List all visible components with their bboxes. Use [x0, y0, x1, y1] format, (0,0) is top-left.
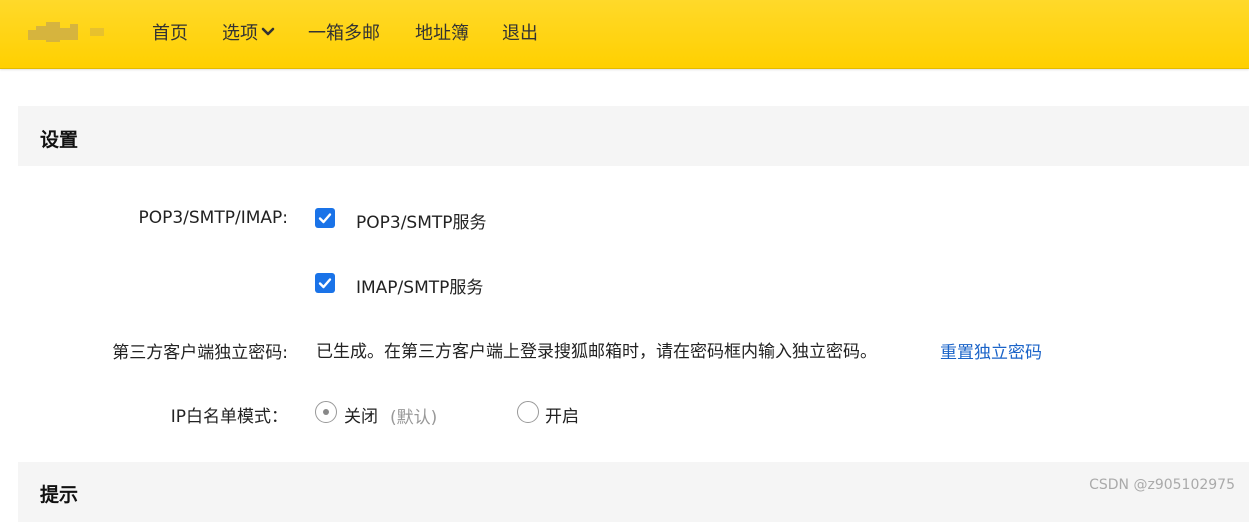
ip-whitelist-label: IP白名单模式： [170, 407, 288, 427]
ip-whitelist-off-radio[interactable] [315, 401, 337, 423]
nav-options[interactable]: 选项 [222, 19, 275, 45]
check-icon [318, 213, 332, 224]
nav-logout[interactable]: 退出 [502, 19, 538, 45]
imap-smtp-label: IMAP/SMTP服务 [356, 278, 484, 298]
nav-address-book[interactable]: 地址簿 [415, 19, 469, 45]
ip-whitelist-on-radio[interactable] [517, 401, 539, 423]
nav-home[interactable]: 首页 [152, 19, 188, 45]
nav-multi-mailbox[interactable]: 一箱多邮 [308, 19, 380, 45]
tips-title: 提示 [40, 484, 79, 506]
settings-title: 设置 [40, 129, 79, 151]
settings-section-header: 设置 [18, 106, 1249, 166]
ip-whitelist-off-label: 关闭 [344, 407, 378, 427]
client-password-label: 第三方客户端独立密码: [112, 343, 288, 363]
ip-whitelist-on-label: 开启 [545, 407, 579, 427]
check-icon [318, 278, 332, 289]
pop3-smtp-imap-label: POP3/SMTP/IMAP: [138, 208, 288, 228]
top-navigation-bar: 首页 选项 一箱多邮 地址簿 退出 [0, 0, 1249, 69]
chevron-down-icon [261, 21, 275, 42]
tips-section-header: 提示 [18, 462, 1249, 522]
ip-whitelist-default-note: (默认) [390, 408, 438, 428]
logo[interactable] [28, 22, 112, 46]
pop3-smtp-checkbox[interactable] [315, 208, 335, 228]
reset-password-link[interactable]: 重置独立密码 [940, 338, 1042, 363]
pop3-smtp-label: POP3/SMTP服务 [356, 213, 487, 233]
imap-smtp-checkbox[interactable] [315, 273, 335, 293]
nav-options-label: 选项 [222, 23, 258, 44]
watermark: CSDN @z905102975 [1089, 477, 1235, 493]
radio-selected-dot [323, 409, 329, 415]
client-password-status: 已生成。在第三方客户端上登录搜狐邮箱时，请在密码框内输入独立密码。 [316, 342, 877, 362]
